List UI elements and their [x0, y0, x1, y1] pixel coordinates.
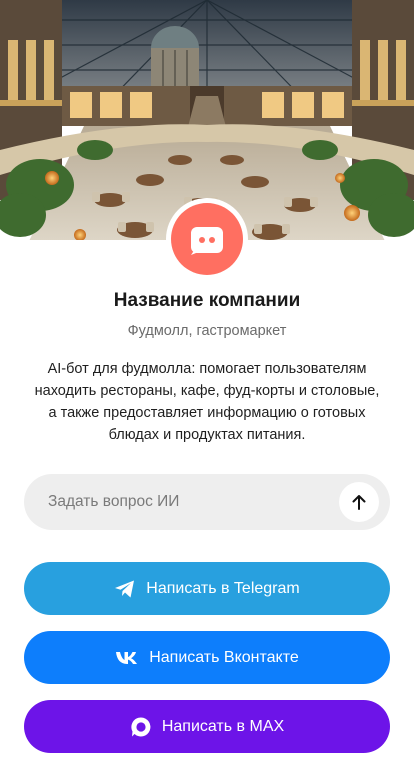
- company-category: Фудмолл, гастромаркет: [127, 323, 287, 339]
- write-telegram-label: Написать в Telegram: [146, 579, 300, 597]
- max-icon: [130, 716, 152, 738]
- company-name: Название компании: [113, 290, 301, 311]
- telegram-icon: [114, 579, 136, 599]
- ask-ai-field: [24, 474, 390, 530]
- chat-bot-icon: [171, 203, 243, 275]
- write-max-label: Написать в MAX: [161, 717, 285, 735]
- write-telegram-button[interactable]: Написать в Telegram: [24, 562, 390, 615]
- arrow-up-icon: [352, 495, 366, 510]
- send-button[interactable]: [339, 482, 379, 522]
- company-avatar: [166, 198, 248, 280]
- write-vk-label: Написать Вконтакте: [149, 648, 299, 666]
- page: Название компании Фудмолл, гастромаркет …: [0, 0, 414, 770]
- ask-ai-input[interactable]: [48, 474, 338, 530]
- write-max-button[interactable]: Написать в MAX: [24, 700, 390, 753]
- vk-icon: [115, 651, 139, 665]
- company-description: AI-бот для фудмолла: помогает пользовате…: [34, 361, 380, 443]
- write-vk-button[interactable]: Написать Вконтакте: [24, 631, 390, 684]
